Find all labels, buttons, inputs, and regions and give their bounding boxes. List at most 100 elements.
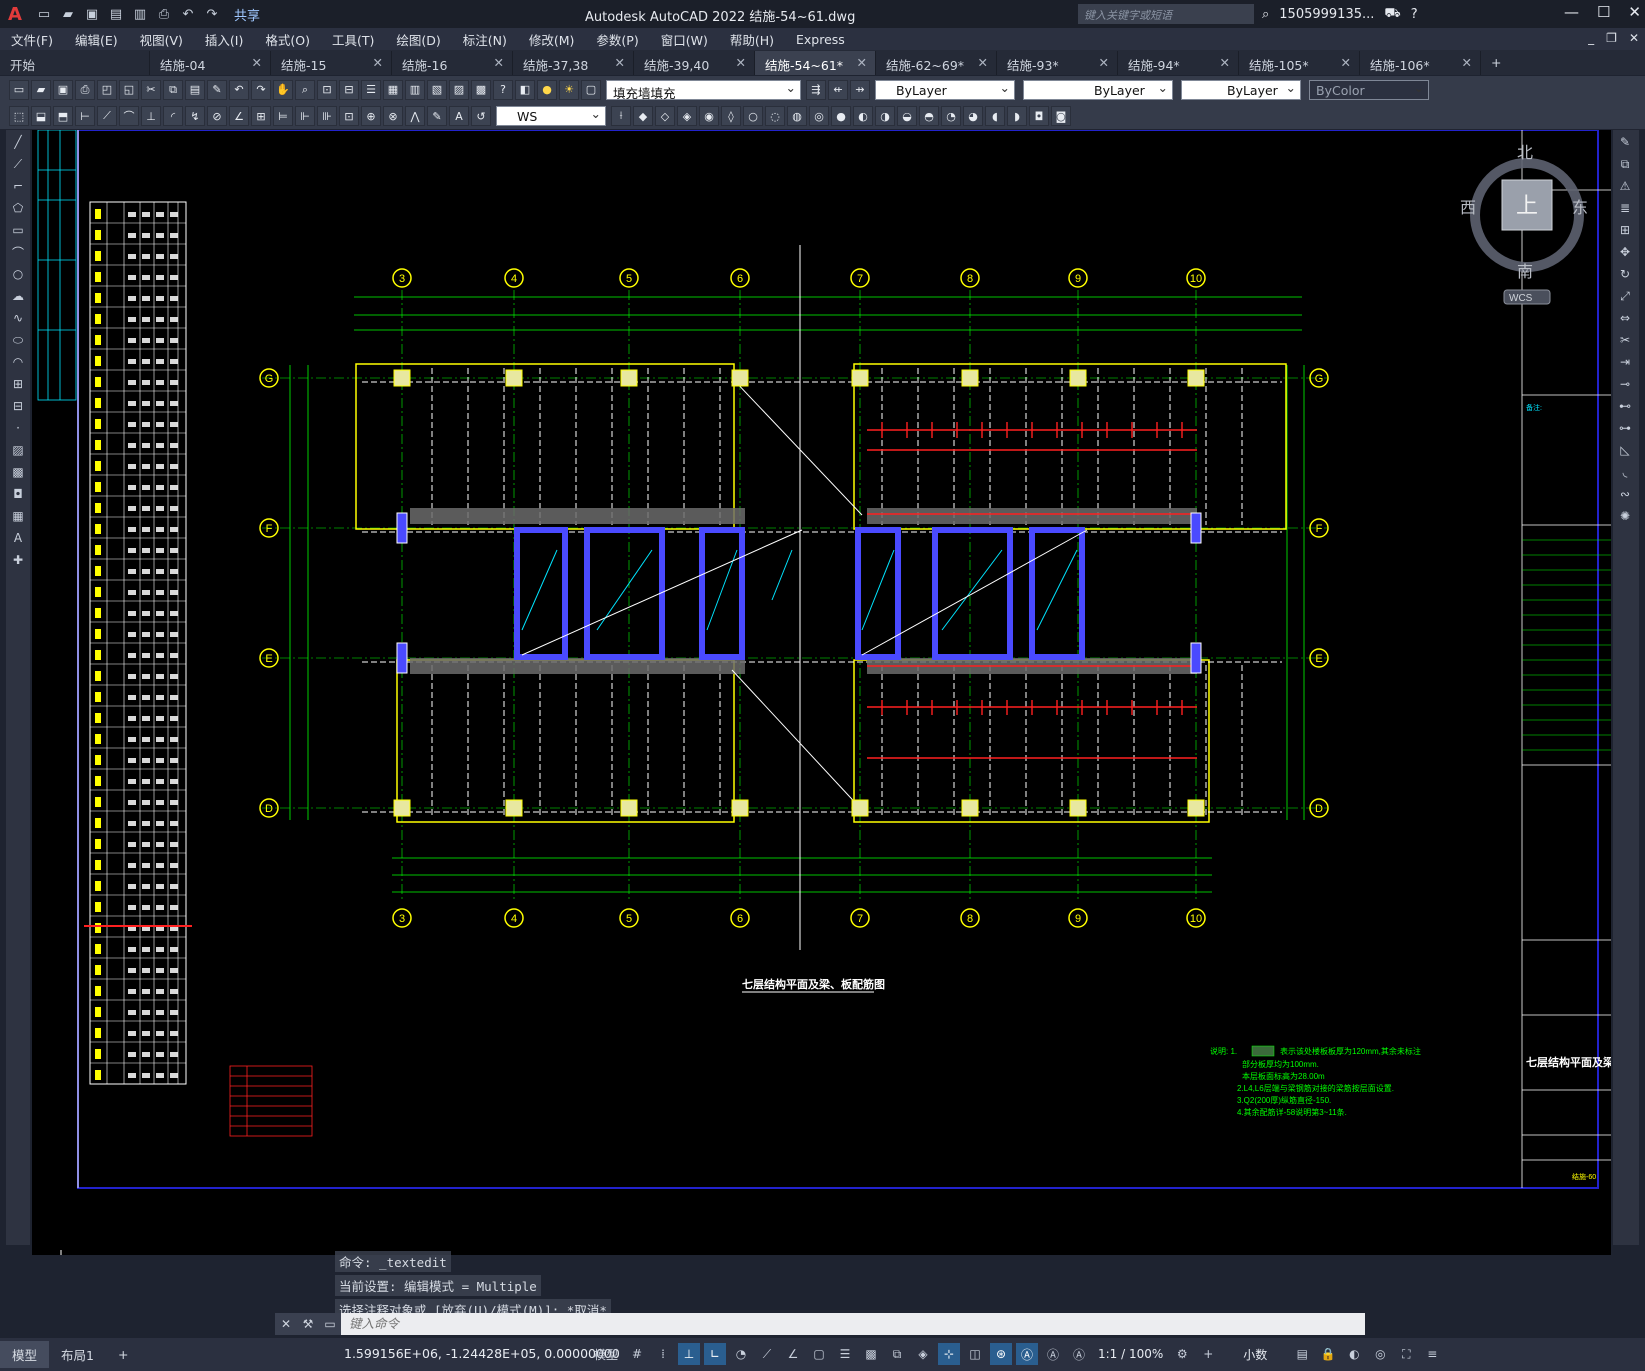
autocad-logo-icon[interactable]: A [0,0,30,28]
tab-close-icon[interactable]: ✕ [494,55,504,70]
menu-express[interactable]: Express [785,32,856,47]
modify-icon[interactable]: ◐ [853,106,873,126]
isolate-objects-icon[interactable]: ◐ [1343,1343,1365,1365]
mirror-icon[interactable]: ⚠ [1615,176,1635,196]
line-icon[interactable]: ╱ [8,132,28,152]
center-mark-icon[interactable]: ⊕ [361,106,381,126]
array-icon[interactable]: ⊞ [1615,220,1635,240]
new-icon[interactable]: ▭ [34,5,54,23]
ellipse-arc-icon[interactable]: ◠ [8,352,28,372]
dim-text-edit-icon[interactable]: A [449,106,469,126]
sun-icon[interactable]: ☀ [559,79,579,100]
redo-icon[interactable]: ↷ [251,79,271,100]
tab-close-icon[interactable]: ✕ [373,55,383,70]
tab-model[interactable]: 模型 [0,1341,50,1368]
osnap-icon[interactable]: ▢ [808,1343,830,1365]
modify-icon[interactable]: ◙ [1051,106,1071,126]
share-button[interactable]: 共享 [234,5,260,24]
point-icon[interactable]: · [8,418,28,438]
selection-filter-icon[interactable]: ◫ [964,1343,986,1365]
gizmo-icon[interactable]: ⊛ [990,1343,1012,1365]
properties-icon[interactable]: ☰ [361,79,381,100]
units-value[interactable]: 小数 [1223,1346,1287,1363]
tab-close-icon[interactable]: ✕ [1099,55,1109,70]
annotation-monitor-icon[interactable]: + [1197,1343,1219,1365]
quick-properties-icon[interactable]: ▤ [1291,1343,1313,1365]
save-icon[interactable]: ▣ [53,79,73,100]
tab-close-icon[interactable]: ✕ [615,55,625,70]
lineweight-dropdown[interactable]: ByLayer [1181,79,1301,100]
rectangle-icon[interactable]: ▭ [8,220,28,240]
publish-icon[interactable]: ▥ [130,5,150,23]
transparency-icon[interactable]: ▩ [860,1343,882,1365]
tab-doc-active[interactable]: 结施-54~61* ✕ [755,51,876,75]
annotation-scale-icon[interactable]: Ⓐ [1068,1343,1090,1365]
zoom-window-icon[interactable]: ⊡ [317,79,337,100]
recent-commands-icon[interactable]: ▭ [319,1313,341,1335]
undo-icon[interactable]: ↶ [178,5,198,23]
fillet-icon[interactable]: ◟ [1615,462,1635,482]
hardware-acceleration-icon[interactable]: ◎ [1369,1343,1391,1365]
modify-icon[interactable]: ◆ [633,106,653,126]
modify-icon[interactable]: ◌ [765,106,785,126]
modify-icon[interactable]: ◗ [1007,106,1027,126]
diameter-dim-icon[interactable]: ⊘ [207,106,227,126]
menu-insert[interactable]: 插入(I) [194,30,254,49]
lineweight-icon[interactable]: ☰ [834,1343,856,1365]
polar-icon[interactable]: ◔ [730,1343,752,1365]
sheetset-icon[interactable]: ▧ [427,79,447,100]
new-tab-button[interactable]: + [1481,51,1511,75]
modify-icon[interactable]: ◇ [655,106,675,126]
dynamic-ucs-icon[interactable]: ⊹ [938,1343,960,1365]
menu-file[interactable]: 文件(F) [0,30,64,49]
ortho-icon[interactable]: ∟ [704,1343,726,1365]
customize-command-icon[interactable]: ⚒ [297,1313,319,1335]
tab-close-icon[interactable]: ✕ [252,55,262,70]
snap-icon[interactable]: ⁞ [652,1343,674,1365]
break-icon[interactable]: ⊷ [1615,396,1635,416]
stretch-icon[interactable]: ⇔ [1615,308,1635,328]
isodraft-icon[interactable]: ⟋ [756,1343,778,1365]
undo-icon[interactable]: ↶ [229,79,249,100]
dim-space-icon[interactable]: ⊪ [317,106,337,126]
modify-icon[interactable]: ◒ [897,106,917,126]
explode-icon[interactable]: ✺ [1615,506,1635,526]
command-input[interactable] [341,1317,1241,1331]
cart-icon[interactable]: ⛟ [1384,6,1400,23]
add-layout-button[interactable]: + [106,1343,140,1366]
annotation-visibility-icon[interactable]: Ⓐ [1016,1343,1038,1365]
ordinate-dim-icon[interactable]: ⊥ [141,106,161,126]
tab-close-icon[interactable]: ✕ [736,55,746,70]
search-input[interactable]: 键入关键字或短语 [1078,4,1254,24]
annotation-scale-value[interactable]: 1:1 / 100% [1094,1347,1167,1361]
aligned-dim-icon[interactable]: ⟋ [97,106,117,126]
tool-icon[interactable]: ⬓ [31,106,51,126]
layer-previous-icon[interactable]: ⇷ [828,79,848,100]
text-style-dropdown[interactable]: WS [496,106,606,126]
maximize-icon[interactable]: ☐ [1597,3,1610,21]
plotstyle-dropdown[interactable]: ByColor [1309,79,1429,100]
zoom-realtime-icon[interactable]: ⌕ [295,79,315,100]
offset-icon[interactable]: ≣ [1615,198,1635,218]
ellipse-icon[interactable]: ⬭ [8,330,28,350]
open-icon[interactable]: ▰ [31,79,51,100]
jogged-dim-icon[interactable]: ↯ [185,106,205,126]
menu-view[interactable]: 视图(V) [129,30,194,49]
menu-draw[interactable]: 绘图(D) [385,30,451,49]
open-icon[interactable]: ▰ [58,5,78,23]
viewcube[interactable]: 上 北 南 东 西 WCS [1460,144,1588,305]
bulb-icon[interactable]: ● [537,79,557,100]
linear-dim-icon[interactable]: ⊢ [75,106,95,126]
tab-doc[interactable]: 结施-105* ✕ [1239,51,1360,75]
search-icon[interactable]: ⌕ [1262,7,1269,22]
menu-parametric[interactable]: 参数(P) [585,30,649,49]
continue-dim-icon[interactable]: ⊩ [295,106,315,126]
modify-icon[interactable]: ◊ [721,106,741,126]
hatch-icon[interactable]: ▨ [8,440,28,460]
viewcube-south[interactable]: 南 [1517,263,1533,281]
tab-doc[interactable]: 结施-94* ✕ [1118,51,1239,75]
modify-icon[interactable]: ◕ [963,106,983,126]
modify-icon[interactable]: ◘ [1029,106,1049,126]
osnap-tracking-icon[interactable]: ∠ [782,1343,804,1365]
tab-start[interactable]: 开始 [0,51,150,75]
